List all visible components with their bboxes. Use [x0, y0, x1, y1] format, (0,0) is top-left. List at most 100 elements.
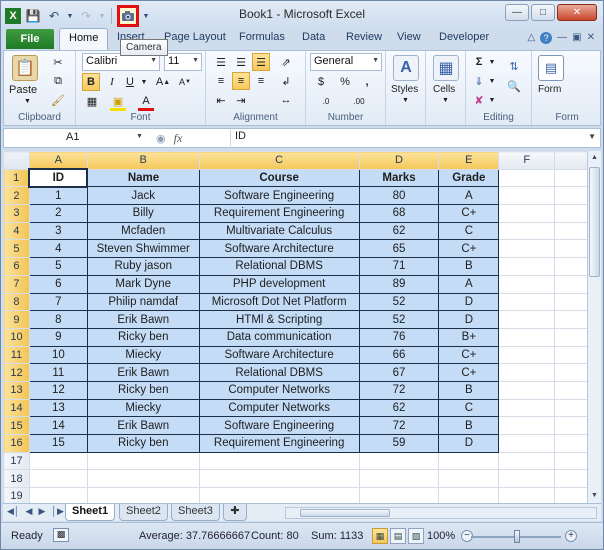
sheet-tab-sheet2[interactable]: Sheet2: [119, 504, 168, 521]
cell[interactable]: D: [438, 434, 500, 453]
cells-icon[interactable]: ▦: [433, 55, 459, 81]
tab-view[interactable]: View: [397, 31, 421, 43]
row-header[interactable]: 2: [3, 186, 30, 206]
next-sheet-icon[interactable]: ▶: [38, 506, 45, 517]
column-header-a[interactable]: A: [28, 151, 88, 170]
cell[interactable]: Ricky ben: [86, 380, 200, 400]
header-cell[interactable]: Course: [198, 168, 360, 188]
cell[interactable]: [86, 451, 200, 471]
insert-function-icon[interactable]: fx: [174, 131, 183, 146]
column-header-b[interactable]: B: [86, 151, 200, 170]
cells-dropdown-icon[interactable]: ▼: [442, 97, 449, 104]
italic-button[interactable]: I: [104, 73, 120, 91]
cell[interactable]: C+: [438, 345, 500, 365]
cell[interactable]: [498, 487, 556, 503]
cell[interactable]: [438, 469, 500, 489]
tab-home[interactable]: Home: [59, 28, 109, 50]
align-bottom-icon[interactable]: ☰: [252, 53, 270, 71]
prev-sheet-icon[interactable]: ◀: [26, 506, 33, 517]
paste-dropdown-icon[interactable]: ▼: [24, 98, 31, 105]
underline-button[interactable]: U: [122, 73, 138, 91]
cell[interactable]: Ricky ben: [86, 327, 200, 347]
sheet-tab-sheet1[interactable]: Sheet1: [65, 504, 116, 521]
cell[interactable]: 80: [358, 186, 440, 206]
cell[interactable]: PHP development: [198, 274, 360, 294]
cell[interactable]: [498, 257, 556, 276]
row-header[interactable]: 6: [3, 257, 30, 276]
increase-indent-icon[interactable]: ⇥: [232, 91, 250, 109]
paste-icon[interactable]: 📋: [12, 55, 38, 81]
workbook-close-icon[interactable]: ✕: [587, 32, 595, 44]
zoom-in-icon[interactable]: +: [565, 530, 577, 542]
cell[interactable]: Software Architecture: [198, 239, 360, 259]
scroll-up-icon[interactable]: ▲: [588, 151, 601, 165]
cell[interactable]: Multivariate Calculus: [198, 221, 360, 241]
cell[interactable]: 62: [358, 221, 440, 241]
tab-file[interactable]: File: [6, 29, 54, 49]
currency-button[interactable]: $: [312, 73, 330, 91]
cell[interactable]: 76: [358, 327, 440, 347]
column-header-f[interactable]: F: [498, 151, 556, 170]
horizontal-scrollbar[interactable]: [285, 507, 597, 519]
minimize-ribbon-icon[interactable]: △: [527, 32, 535, 44]
cell[interactable]: Computer Networks: [198, 380, 360, 400]
cell[interactable]: Software Architecture: [198, 345, 360, 365]
macro-record-icon[interactable]: ▩: [53, 528, 69, 542]
cell[interactable]: C: [438, 221, 500, 241]
cell[interactable]: 68: [358, 204, 440, 223]
row-header[interactable]: 13: [3, 380, 30, 400]
sheet-tab-sheet3[interactable]: Sheet3: [171, 504, 220, 521]
cell[interactable]: B: [438, 257, 500, 276]
cell[interactable]: [498, 239, 556, 259]
expand-formula-bar-icon[interactable]: ▼: [588, 132, 596, 141]
decrease-decimal-button[interactable]: .00: [344, 92, 374, 110]
tab-page-layout[interactable]: Page Layout: [164, 31, 226, 43]
styles-dropdown-icon[interactable]: ▼: [402, 97, 409, 104]
cell[interactable]: Philip namdaf: [86, 292, 200, 312]
insert-sheet-icon[interactable]: ✚: [223, 504, 247, 521]
cell[interactable]: Relational DBMS: [198, 363, 360, 382]
cell[interactable]: [358, 487, 440, 503]
cell[interactable]: 72: [358, 380, 440, 400]
row-header[interactable]: 18: [3, 469, 30, 489]
cell[interactable]: [28, 451, 88, 471]
find-select-icon[interactable]: 🔍: [502, 77, 526, 95]
cell[interactable]: Requirement Engineering: [198, 434, 360, 453]
clear-dropdown-icon[interactable]: ▼: [488, 91, 496, 109]
cell[interactable]: Microsoft Dot Net Platform: [198, 292, 360, 312]
cell[interactable]: [358, 451, 440, 471]
form-icon[interactable]: ▤: [538, 55, 564, 81]
workbook-restore-icon[interactable]: ▣: [572, 32, 581, 44]
form-button-label[interactable]: Form: [538, 84, 561, 95]
increase-decimal-button[interactable]: .0: [312, 92, 340, 110]
cell[interactable]: [498, 416, 556, 435]
cell[interactable]: 12: [28, 380, 88, 400]
cell[interactable]: [198, 451, 360, 471]
cell[interactable]: Miecky: [86, 345, 200, 365]
worksheet-grid[interactable]: A B C D E F 1 ID Name Course Marks Grade 2 1 Jac…: [3, 151, 601, 503]
cell[interactable]: [498, 380, 556, 400]
maximize-button[interactable]: □: [531, 4, 555, 21]
workbook-minimize-icon[interactable]: —: [557, 32, 567, 44]
row-header[interactable]: 1: [3, 168, 30, 188]
formula-bar-resize-icon[interactable]: ◉: [156, 132, 166, 145]
header-cell[interactable]: Marks: [358, 168, 440, 188]
row-header[interactable]: 9: [3, 310, 30, 329]
cell[interactable]: Requirement Engineering: [198, 204, 360, 223]
header-cell[interactable]: Name: [86, 168, 200, 188]
decrease-indent-icon[interactable]: ⇤: [212, 91, 230, 109]
row-header[interactable]: 11: [3, 345, 30, 365]
align-center-icon[interactable]: ≡: [232, 72, 250, 90]
cell[interactable]: [86, 469, 200, 489]
cell[interactable]: D: [438, 310, 500, 329]
font-size-combo[interactable]: 11 ▼: [164, 53, 202, 71]
cell[interactable]: 9: [28, 327, 88, 347]
cell[interactable]: Steven Shwimmer: [86, 239, 200, 259]
autosum-dropdown-icon[interactable]: ▼: [488, 53, 496, 71]
header-cell[interactable]: Grade: [438, 168, 500, 188]
cell[interactable]: Ricky ben: [86, 434, 200, 453]
cell[interactable]: 10: [28, 345, 88, 365]
paste-label[interactable]: Paste: [9, 84, 37, 96]
cell[interactable]: [498, 204, 556, 223]
vertical-scrollbar[interactable]: ▲ ▼: [587, 151, 601, 503]
